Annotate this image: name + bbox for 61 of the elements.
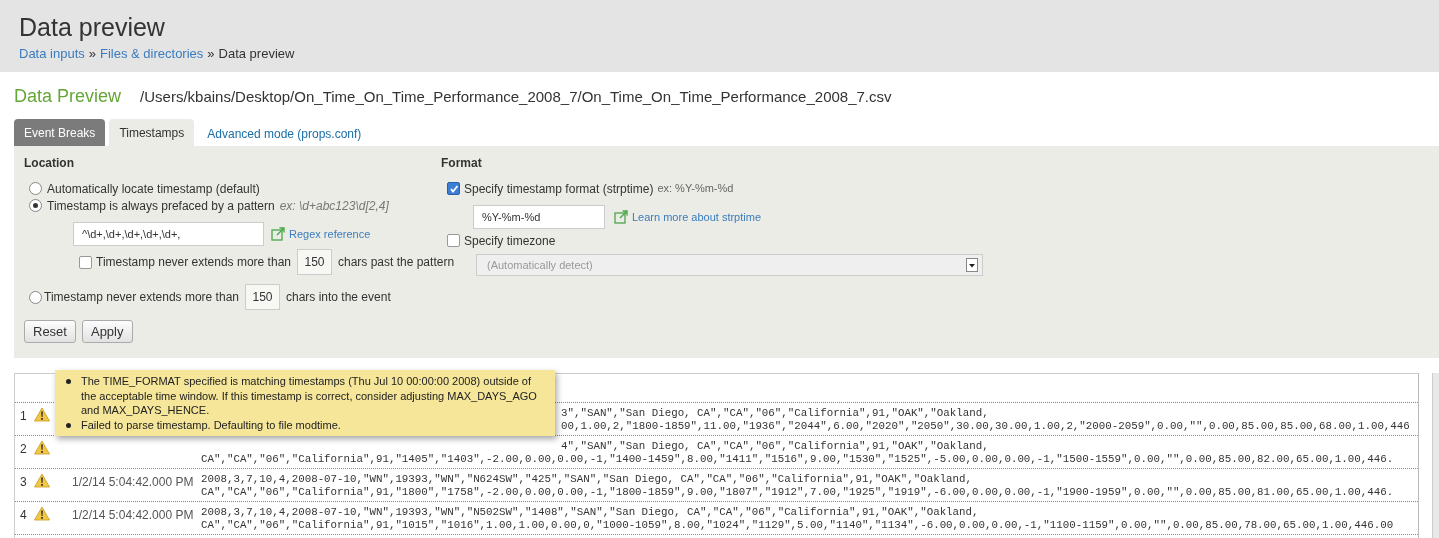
event-text-line: 3","SAN","San Diego, CA","CA","06","California",91,"OAK","Oakland, (561, 407, 989, 420)
strptime-link[interactable]: Learn more about strptime (632, 208, 761, 226)
event-text-line: CA","CA","06","California",91,"1405","1403",-2.00,0.00,0.00,-1,"1400-1459",8.00,"1411","1516",9.00,"1530","1525",-5.00,0.00,0.00,-1,"1500-1559",0.00,"",0.00,85.00,82.00,65.00,1.00,446. (201, 453, 1394, 466)
tooltip-message: The TIME_FORMAT specified is matching timestamps (Thu Jul 10 00:00:00 2008) outside of the acceptable time window. If this timestamp is correct, consider adjusting MAX_DAYS_AGO and MAX_DAYS_HENCE. (81, 374, 538, 418)
bullet-icon (66, 379, 71, 384)
event-text-line: CA","CA","06","California",91,"1015","1016",1.00,1.00,0.00,0,"1000-1059",8.00,"1024","1129",5.00,"1140","1134",-6.00,0.00,0.00,-1,"1100-1159",0.00,"",0.00,85.00,78.00,65.00,1.00,446.00 (201, 519, 1394, 532)
event-text-line: CA","CA","06","California",91,"1800","1758",-2.00,0.00,0.00,-1,"1800-1859",9.00,"1807","1912",7.00,"1925","1919",-6.00,0.00,0.00,-1,"1900-1959",0.00,"",0.00,85.00,81.00,65.00,1.00,446. (201, 486, 1394, 499)
section-title: Data Preview (14, 85, 122, 108)
tab-link[interactable]: Advanced mode (props.conf) (198, 121, 371, 146)
warning-icon (34, 473, 50, 488)
row-number: 1 (19, 408, 28, 425)
event-text-line: 4","SAN","San Diego, CA","CA","06","California",91,"OAK","Oakland, (561, 440, 989, 453)
format-heading: Format (441, 155, 483, 172)
external-link-icon (614, 210, 628, 224)
breadcrumb-link[interactable]: Data inputs (19, 44, 85, 64)
format-field[interactable]: %Y-%m-%d (473, 205, 605, 229)
tab[interactable]: Timestamps (109, 119, 195, 146)
checkbox[interactable] (79, 255, 92, 269)
radio-button[interactable] (29, 199, 42, 212)
event-text-line: 00,1.00,2,"1800-1859",11.00,"1936","2044",6.00,"2020","2050",30.00,30.00,1.00,2,"2000-2059",0.00,"",0.00,85.00,85.00,68.00,1.00,446 (561, 420, 1410, 433)
radio-button[interactable] (29, 182, 42, 195)
warning-icon (34, 407, 50, 422)
checkbox-label: Specify timezone (464, 232, 556, 250)
checkbox[interactable] (447, 234, 460, 247)
timestamp-cell: 1/2/14 5:04:42.000 PM (72, 508, 194, 522)
number-field[interactable]: 150 (245, 284, 280, 310)
checkbox-label: Specify timestamp format (strptime) (464, 180, 654, 198)
row-number: 2 (19, 441, 28, 458)
example-text: ex: %Y-%m-%d (657, 181, 734, 197)
location-heading: Location (24, 155, 75, 172)
warning-icon (34, 440, 50, 455)
bullet-icon (66, 422, 71, 428)
timestamp-cell: 1/2/14 5:04:42.000 PM (72, 475, 194, 489)
event-text-line: 2008,3,7,10,4,2008-07-10,"WN",19393,"WN","N502SW","1408","SAN","San Diego, CA","CA","06","California",91,"OAK","Oakland, (201, 506, 979, 519)
radio-label: Automatically locate timestamp (default) (47, 180, 260, 198)
file-path: /Users/kbains/Desktop/On_Time_On_Time_Performance_2008_7/On_Time_On_Time_Performance_2008_7.csv (140, 87, 892, 107)
breadcrumb-separator: » (207, 45, 215, 63)
checkbox[interactable] (447, 182, 460, 195)
row-number: 4 (19, 507, 28, 524)
breadcrumb-link[interactable]: Files & directories (100, 44, 204, 64)
checkbox-label: Timestamp never extends more than (96, 254, 291, 271)
form-button[interactable]: Reset (24, 320, 76, 343)
breadcrumb-current: Data preview (218, 45, 295, 63)
suffix-text: chars past the pattern (338, 254, 455, 271)
external-link-icon (271, 227, 285, 241)
radio-label: Timestamp never extends more than (44, 289, 239, 306)
pattern-field[interactable]: ^\d+,\d+,\d+,\d+,\d+, (73, 222, 264, 246)
example-text: ex: \d+abc123\d[2,4] (279, 197, 389, 215)
radio-button[interactable] (29, 290, 42, 304)
suffix-text: chars into the event (286, 289, 391, 306)
tab[interactable]: Event Breaks (14, 119, 106, 146)
event-text-line: 2008,3,7,10,4,2008-07-10,"WN",19393,"WN","N624SW","425","SAN","San Diego, CA","CA","06","California",91,"OAK","Oakland, (201, 473, 973, 486)
page-title: Data preview (19, 12, 166, 42)
breadcrumb-separator: » (88, 45, 96, 63)
tooltip-message: Failed to parse timestamp. Defaulting to file modtime. (81, 417, 341, 432)
number-field[interactable]: 150 (297, 249, 332, 275)
regex-reference-link[interactable]: Regex reference (289, 225, 371, 243)
warning-icon (34, 506, 50, 521)
form-button[interactable]: Apply (81, 320, 133, 343)
radio-label: Timestamp is always prefaced by a pattern (47, 197, 275, 215)
row-number: 3 (19, 474, 28, 491)
